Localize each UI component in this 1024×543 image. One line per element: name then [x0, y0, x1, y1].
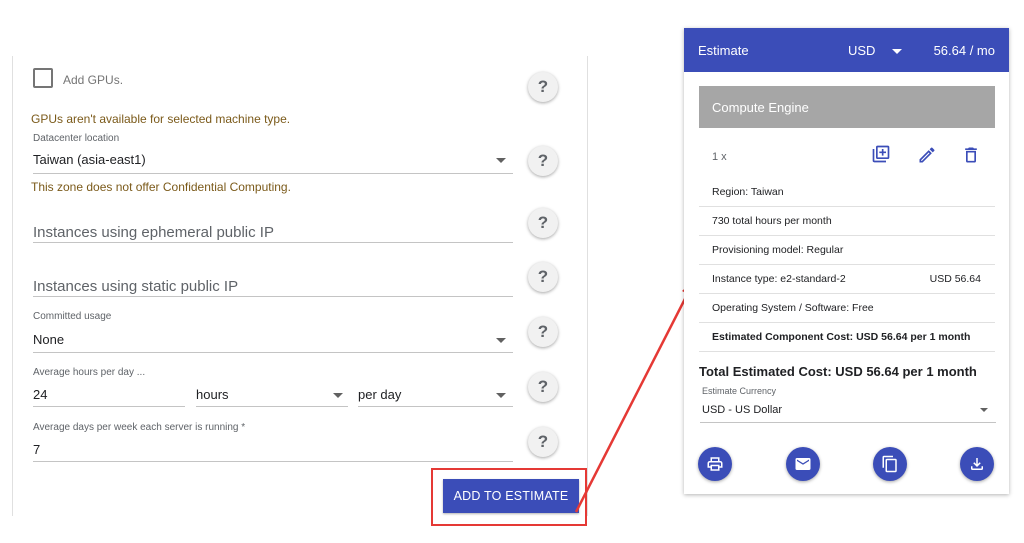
row-text: Provisioning model: Regular — [712, 244, 844, 256]
copy-add-icon[interactable] — [871, 144, 891, 164]
edit-icon[interactable] — [917, 145, 937, 165]
component-cost-text: Estimated Component Cost: USD 56.64 per … — [712, 331, 971, 343]
delete-icon[interactable] — [961, 145, 981, 165]
estimate-row: Operating System / Software: Free — [699, 294, 995, 323]
monthly-total: 56.64 / mo — [933, 43, 995, 58]
row-text: Region: Taiwan — [712, 186, 784, 198]
service-name: Compute Engine — [699, 86, 995, 128]
row-price: USD 56.64 — [929, 273, 981, 285]
currency-select[interactable]: USD — [848, 43, 875, 58]
download-button[interactable] — [960, 447, 994, 481]
arrow-line — [574, 290, 691, 513]
estimate-row: 730 total hours per month — [699, 207, 995, 236]
email-button[interactable] — [786, 447, 820, 481]
copy-button[interactable] — [873, 447, 907, 481]
row-text: 730 total hours per month — [712, 215, 832, 227]
currency-label: Estimate Currency — [702, 386, 777, 396]
estimate-row: Provisioning model: Regular — [699, 236, 995, 265]
component-cost: Estimated Component Cost: USD 56.64 per … — [699, 323, 995, 352]
copy-icon — [882, 455, 897, 473]
currency-dropdown[interactable]: USD - US Dollar — [702, 404, 782, 416]
estimate-row: Region: Taiwan — [699, 178, 995, 207]
row-text: Instance type: e2-standard-2 — [712, 273, 846, 285]
print-icon — [707, 457, 723, 471]
dropdown-caret-icon[interactable] — [980, 408, 988, 412]
email-icon — [795, 458, 811, 470]
quantity: 1 x — [712, 151, 727, 163]
row-text: Operating System / Software: Free — [712, 302, 874, 314]
estimate-title: Estimate — [698, 43, 749, 58]
print-button[interactable] — [698, 447, 732, 481]
download-icon — [971, 458, 983, 470]
total-cost: Total Estimated Cost: USD 56.64 per 1 mo… — [699, 364, 977, 379]
estimate-panel: Estimate USD 56.64 / mo Compute Engine 1… — [684, 28, 1009, 494]
dropdown-caret-icon[interactable] — [892, 49, 902, 54]
estimate-header: Estimate USD 56.64 / mo — [684, 28, 1009, 72]
estimate-row: Instance type: e2-standard-2 USD 56.64 — [699, 265, 995, 294]
